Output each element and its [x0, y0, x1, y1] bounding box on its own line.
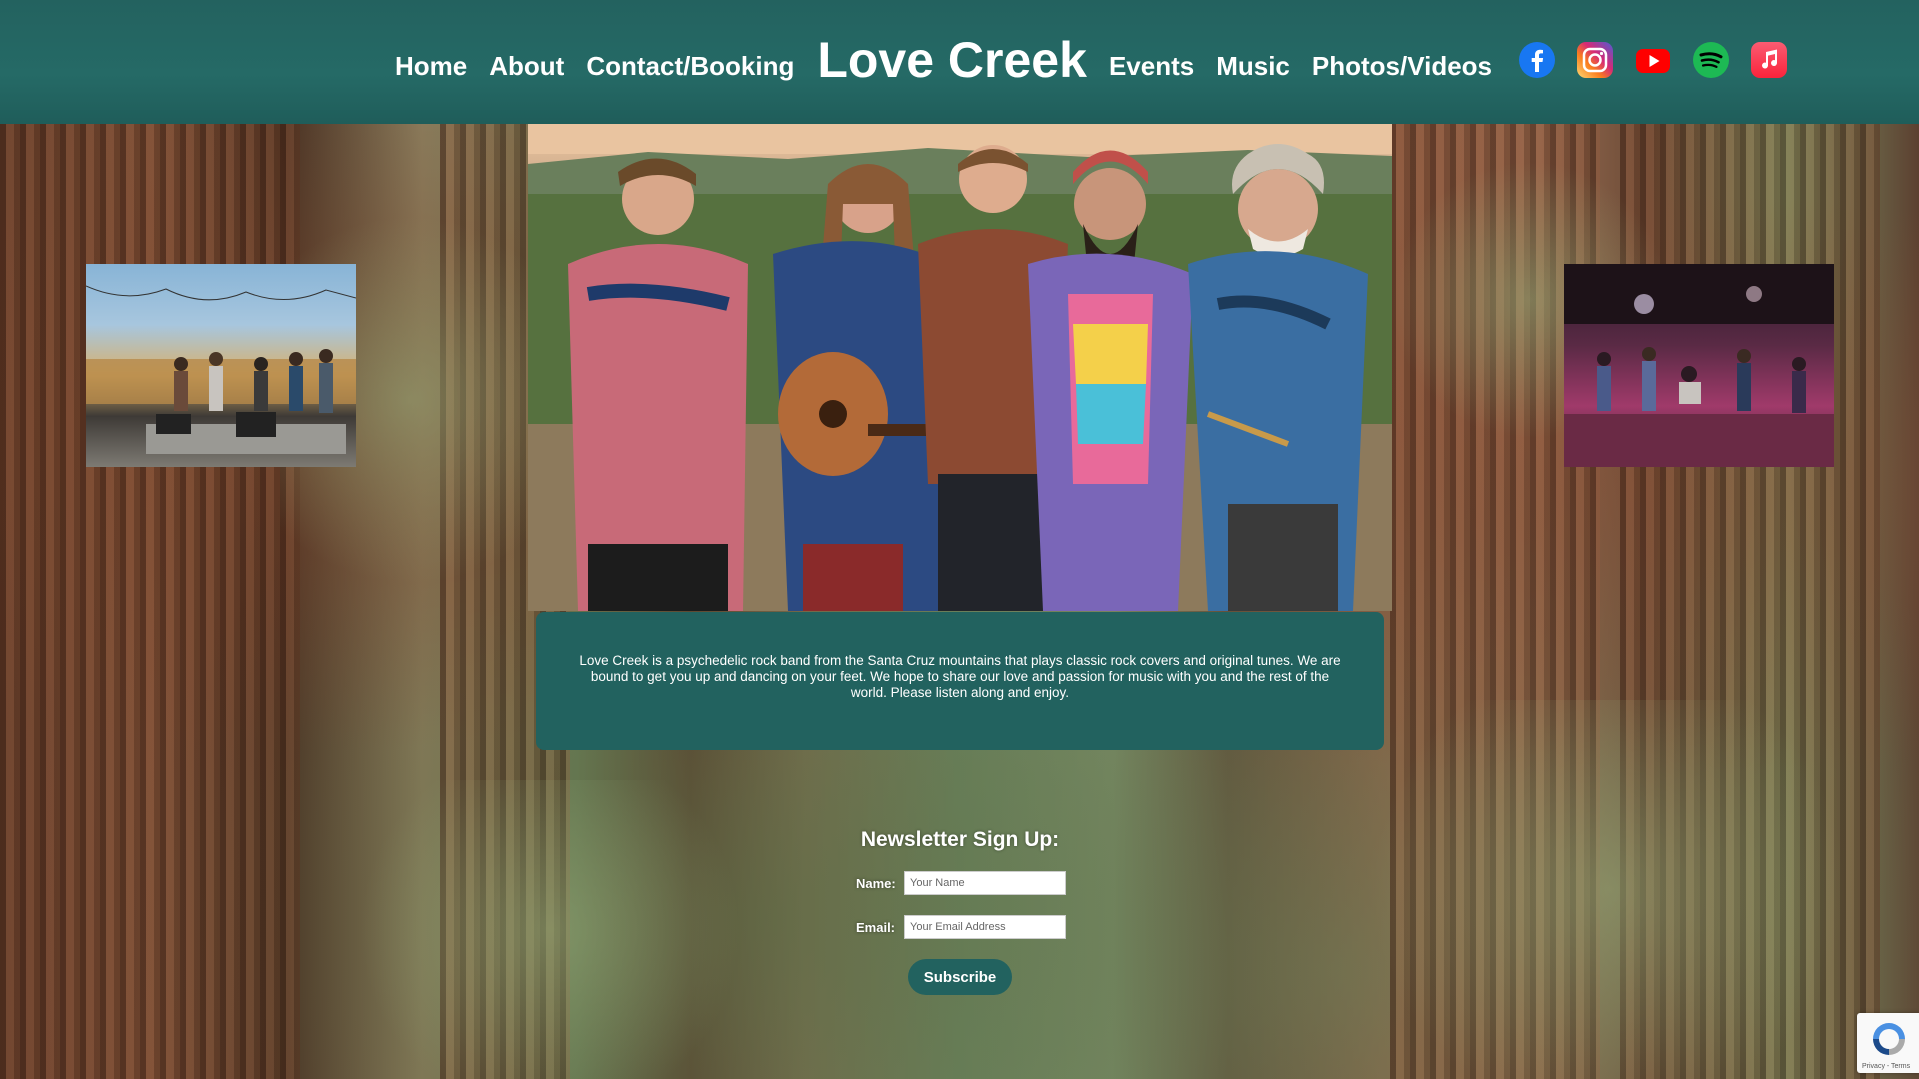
facebook-icon[interactable] [1518, 41, 1556, 79]
band-photo [528, 124, 1392, 611]
name-input[interactable] [904, 871, 1066, 895]
newsletter-form: Newsletter Sign Up: Name: Email: Subscri… [840, 828, 1080, 995]
social-links [1518, 41, 1808, 79]
gig-photo-indoor-venue [1564, 264, 1834, 467]
site-title[interactable]: Love Creek [817, 31, 1087, 89]
instagram-icon[interactable] [1576, 41, 1614, 79]
about-box: Love Creek is a psychedelic rock band fr… [536, 612, 1384, 750]
nav-events[interactable]: Events [1109, 51, 1194, 82]
recaptcha-footer[interactable]: Privacy - Terms [1862, 1063, 1910, 1070]
site-header: Home About Contact/Booking Love Creek Ev… [0, 0, 1919, 124]
recaptcha-badge[interactable]: Privacy - Terms [1857, 1013, 1919, 1073]
background-trunk [0, 100, 300, 1079]
youtube-icon[interactable] [1634, 41, 1672, 79]
email-label: Email: [856, 919, 896, 935]
subscribe-button[interactable]: Subscribe [908, 959, 1012, 995]
newsletter-title: Newsletter Sign Up: [860, 828, 1060, 851]
nav-home[interactable]: Home [395, 51, 467, 82]
apple-music-icon[interactable] [1750, 41, 1788, 79]
name-label: Name: [856, 875, 896, 891]
gig-photo-outdoor-stage [86, 264, 356, 467]
about-text: Love Creek is a psychedelic rock band fr… [579, 653, 1341, 700]
email-input[interactable] [904, 915, 1066, 939]
background-foliage [300, 780, 800, 1079]
nav-photos-videos[interactable]: Photos/Videos [1312, 51, 1492, 82]
recaptcha-icon [1873, 1023, 1905, 1055]
nav-about[interactable]: About [489, 51, 564, 82]
spotify-icon[interactable] [1692, 41, 1730, 79]
main-nav: Home About Contact/Booking Love Creek Ev… [395, 30, 1808, 90]
email-row: Email: [856, 915, 1080, 939]
nav-contact-booking[interactable]: Contact/Booking [586, 51, 794, 82]
nav-music[interactable]: Music [1216, 51, 1290, 82]
background-foliage [1300, 700, 1919, 1079]
name-row: Name: [856, 871, 1080, 895]
